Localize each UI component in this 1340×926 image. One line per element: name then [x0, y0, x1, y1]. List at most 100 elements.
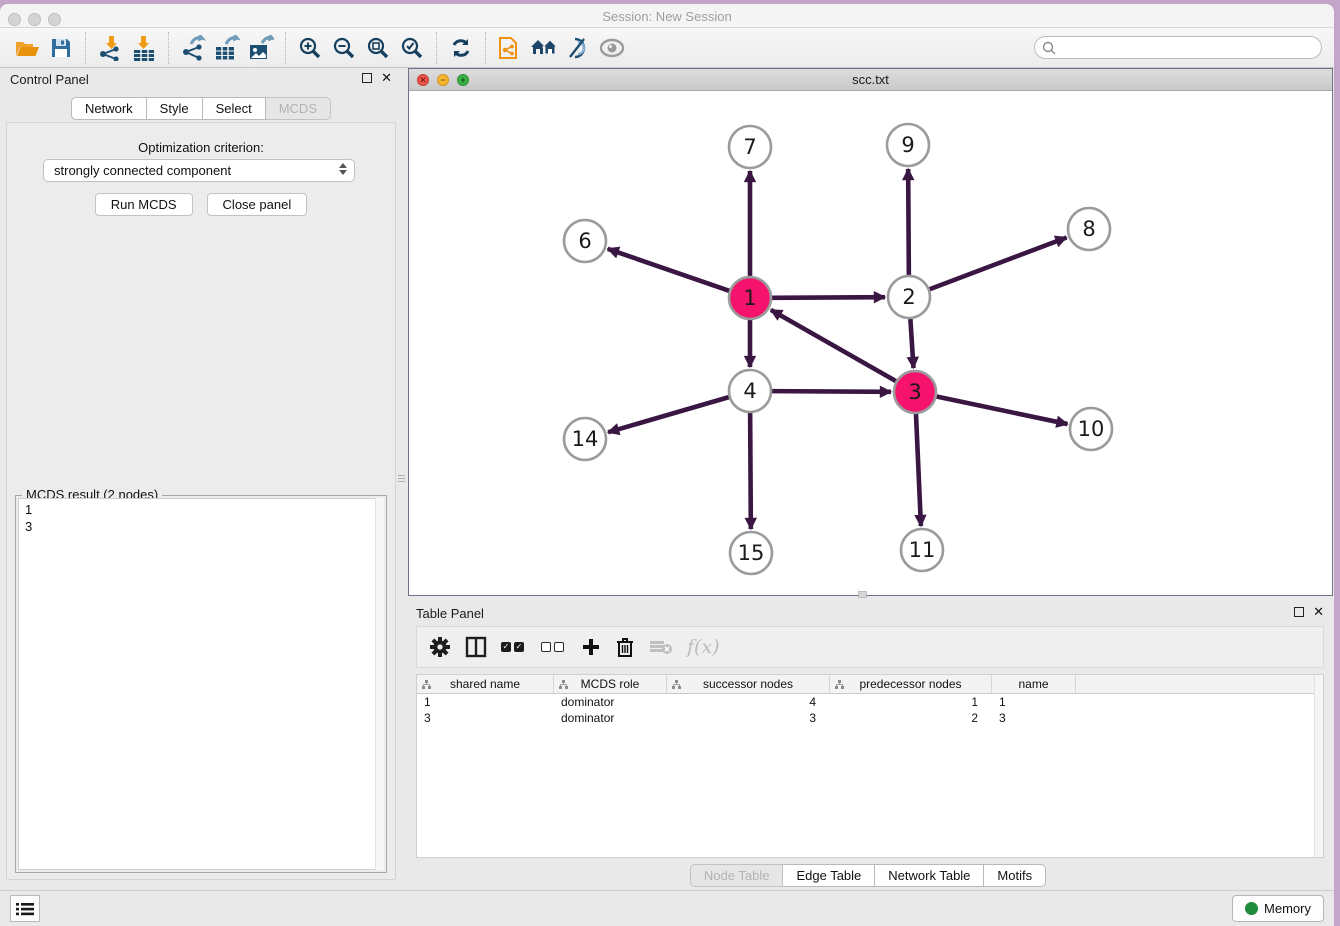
save-session-icon[interactable] [44, 32, 78, 64]
mcds-result-group: MCDS result (2 nodes) 1 3 [15, 495, 387, 873]
graph-node-14[interactable]: 14 [564, 418, 606, 460]
new-network-file-icon[interactable] [493, 32, 527, 64]
add-column-icon[interactable] [581, 632, 601, 662]
svg-text:9: 9 [901, 133, 914, 157]
status-bar: Memory [0, 890, 1334, 926]
table-row[interactable]: 1dominator411 [417, 694, 1323, 710]
tab-network-table[interactable]: Network Table [875, 864, 984, 887]
table-cell[interactable]: 3 [667, 710, 830, 726]
toolbar-separator [436, 32, 437, 64]
table-cell[interactable]: 1 [992, 694, 1076, 710]
memory-button[interactable]: Memory [1232, 895, 1324, 922]
graph-node-1[interactable]: 1 [729, 277, 771, 319]
mcds-result-text[interactable]: 1 3 [18, 498, 384, 870]
window-resize-handle[interactable] [858, 591, 867, 598]
export-image-icon[interactable] [244, 32, 278, 64]
float-table-panel-icon[interactable] [1294, 607, 1304, 617]
network-canvas[interactable]: 7 9 6 8 1 2 4 3 14 10 15 11 [409, 91, 1332, 595]
tab-select[interactable]: Select [203, 97, 266, 120]
graph-edge-3-10[interactable] [937, 397, 1068, 425]
graph-edge-3-1[interactable] [771, 310, 896, 381]
tab-style[interactable]: Style [147, 97, 203, 120]
home-view-icon[interactable] [527, 32, 561, 64]
tab-edge-table[interactable]: Edge Table [783, 864, 875, 887]
graph-node-9[interactable]: 9 [887, 124, 929, 166]
tab-network[interactable]: Network [71, 97, 147, 120]
show-graphics-details-icon[interactable] [595, 32, 629, 64]
table-cell[interactable]: 4 [667, 694, 830, 710]
tab-node-table[interactable]: Node Table [690, 864, 784, 887]
float-panel-icon[interactable] [362, 73, 372, 83]
column-header-name[interactable]: name [992, 675, 1076, 693]
table-cell[interactable]: dominator [554, 694, 667, 710]
graph-node-7[interactable]: 7 [729, 126, 771, 168]
graph-node-11[interactable]: 11 [901, 529, 943, 571]
column-header-MCDS-role[interactable]: MCDS role [554, 675, 667, 693]
column-header-predecessor-nodes[interactable]: predecessor nodes [830, 675, 992, 693]
graph-edge-3-11[interactable] [916, 414, 921, 526]
tab-motifs[interactable]: Motifs [984, 864, 1046, 887]
delete-column-icon[interactable] [615, 632, 635, 662]
tab-mcds[interactable]: MCDS [266, 97, 331, 120]
graph-node-4[interactable]: 4 [729, 370, 771, 412]
table-cell[interactable]: 1 [417, 694, 554, 710]
deselect-all-icon[interactable] [541, 632, 567, 662]
main-toolbar [0, 28, 1334, 68]
graph-node-3[interactable]: 3 [894, 371, 936, 413]
toolbar-separator [168, 32, 169, 64]
show-column-icon[interactable] [465, 632, 487, 662]
refresh-icon[interactable] [444, 32, 478, 64]
graph-node-8[interactable]: 8 [1068, 208, 1110, 250]
table-settings-icon[interactable] [429, 632, 451, 662]
close-table-panel-icon[interactable]: ✕ [1313, 607, 1324, 617]
graph-edge-2-9[interactable] [908, 169, 909, 275]
zoom-in-icon[interactable] [293, 32, 327, 64]
graph-edge-2-8[interactable] [930, 237, 1067, 289]
column-header-successor-nodes[interactable]: successor nodes [667, 675, 830, 693]
column-header-shared-name[interactable]: shared name [417, 675, 554, 693]
svg-text:8: 8 [1082, 217, 1095, 241]
criterion-select[interactable]: strongly connected component [43, 159, 355, 182]
graph-edge-1-6[interactable] [608, 249, 730, 291]
import-table-icon[interactable] [127, 32, 161, 64]
graph-edge-2-3[interactable] [910, 319, 913, 368]
graph-node-6[interactable]: 6 [564, 220, 606, 262]
criterion-value: strongly connected component [54, 163, 231, 178]
graph-edge-4-14[interactable] [608, 397, 729, 432]
graph-node-2[interactable]: 2 [888, 276, 930, 318]
export-network-icon[interactable] [176, 32, 210, 64]
search-input[interactable] [1057, 39, 1321, 57]
hide-graphics-details-icon[interactable] [561, 32, 595, 64]
splitter-grip[interactable] [398, 466, 405, 490]
control-panel-tabs: NetworkStyleSelectMCDS [71, 97, 331, 120]
zoom-fit-icon[interactable] [361, 32, 395, 64]
import-network-icon[interactable] [93, 32, 127, 64]
close-panel-icon[interactable]: ✕ [381, 73, 392, 83]
graph-node-10[interactable]: 10 [1070, 408, 1112, 450]
table-cell[interactable]: 3 [992, 710, 1076, 726]
table-scrollbar[interactable] [1314, 675, 1323, 857]
select-all-icon[interactable]: ✓✓ [501, 632, 527, 662]
table-cell[interactable]: dominator [554, 710, 667, 726]
table-row[interactable]: 3dominator323 [417, 710, 1323, 726]
close-panel-button[interactable]: Close panel [207, 193, 308, 216]
zoom-selected-icon[interactable] [395, 32, 429, 64]
graph-edge-4-3[interactable] [772, 391, 891, 392]
graph-edge-4-15[interactable] [750, 413, 751, 529]
node-table[interactable]: shared nameMCDS rolesuccessor nodesprede… [416, 674, 1324, 858]
graph-edge-1-2[interactable] [772, 297, 885, 298]
graph-node-15[interactable]: 15 [730, 532, 772, 574]
table-cell[interactable]: 3 [417, 710, 554, 726]
table-cell[interactable]: 2 [830, 710, 992, 726]
result-scrollbar[interactable] [375, 498, 384, 870]
run-mcds-button[interactable]: Run MCDS [95, 193, 193, 216]
open-session-icon[interactable] [10, 32, 44, 64]
search-box [1034, 36, 1322, 59]
mcds-panel: Optimization criterion: strongly connect… [6, 122, 396, 880]
task-history-button[interactable] [10, 895, 40, 922]
table-panel: Table Panel ✕ ✓✓ [402, 600, 1334, 890]
table-cell[interactable]: 1 [830, 694, 992, 710]
export-table-icon[interactable] [210, 32, 244, 64]
zoom-out-icon[interactable] [327, 32, 361, 64]
network-view-window: ✕ − + scc.txt 7968124314101511 [408, 68, 1333, 596]
